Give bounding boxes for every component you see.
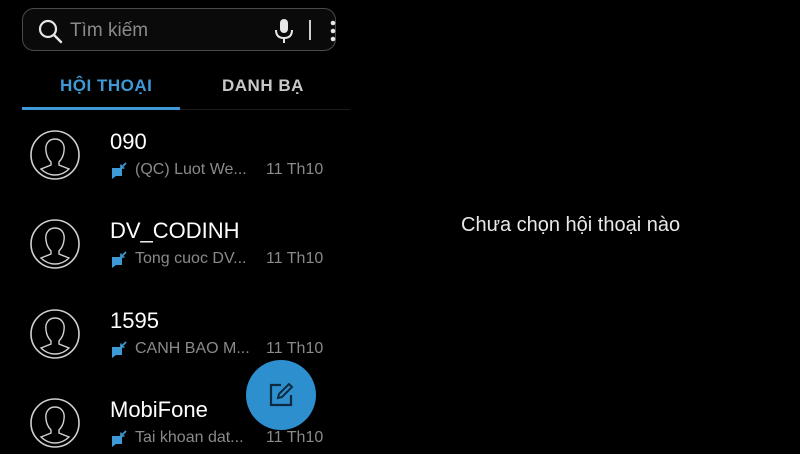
active-tab-indicator — [22, 107, 180, 110]
conversation-preview: Tong cuoc DV... — [135, 250, 247, 267]
message-icon — [110, 341, 128, 359]
conversation-preview: Tai khoan dat... — [135, 429, 244, 446]
message-icon — [110, 162, 128, 180]
compose-button[interactable] — [246, 360, 316, 430]
avatar-icon — [29, 308, 81, 360]
conversation-pane: Tìm kiếm HỘI THOẠI DANH BẠ 090 (QC) Luot… — [0, 0, 350, 450]
message-icon — [110, 430, 128, 448]
conversation-date: 11 Th10 — [266, 429, 324, 446]
conversation-date: 11 Th10 — [266, 340, 324, 357]
conversation-snippet: CANH BAO M... 11 Th10 — [110, 339, 350, 361]
conversation-snippet: Tai khoan dat... 11 Th10 — [110, 428, 350, 450]
conversation-name: 1595 — [110, 308, 159, 333]
search-bar[interactable]: Tìm kiếm — [22, 8, 336, 51]
avatar-icon — [29, 397, 81, 449]
search-input[interactable]: Tìm kiếm — [70, 20, 148, 42]
more-icon[interactable] — [326, 19, 340, 43]
search-icon — [37, 18, 63, 44]
empty-state-message: Chưa chọn hội thoại nào — [461, 214, 681, 236]
compose-icon — [268, 382, 294, 408]
search-divider — [309, 20, 311, 40]
conversation-date: 11 Th10 — [266, 250, 324, 267]
tab-bar: HỘI THOẠI DANH BẠ — [22, 60, 350, 110]
conversation-snippet: Tong cuoc DV... 11 Th10 — [110, 249, 350, 271]
conversation-preview: (QC) Luot We... — [135, 161, 247, 178]
conversation-snippet: (QC) Luot We... 11 Th10 — [110, 160, 350, 182]
conversation-item[interactable]: DV_CODINH Tong cuoc DV... 11 Th10 — [0, 218, 350, 308]
conversation-name: MobiFone — [110, 397, 208, 422]
conversation-item[interactable]: 090 (QC) Luot We... 11 Th10 — [0, 129, 350, 219]
tab-contacts[interactable]: DANH BẠ — [222, 76, 304, 96]
avatar-icon — [29, 129, 81, 181]
conversation-preview: CANH BAO M... — [135, 340, 250, 357]
message-icon — [110, 251, 128, 269]
conversation-date: 11 Th10 — [266, 161, 324, 178]
tab-conversations[interactable]: HỘI THOẠI — [60, 76, 152, 96]
mic-icon[interactable] — [272, 18, 296, 44]
conversation-name: 090 — [110, 129, 147, 154]
avatar-icon — [29, 218, 81, 270]
conversation-name: DV_CODINH — [110, 218, 240, 243]
